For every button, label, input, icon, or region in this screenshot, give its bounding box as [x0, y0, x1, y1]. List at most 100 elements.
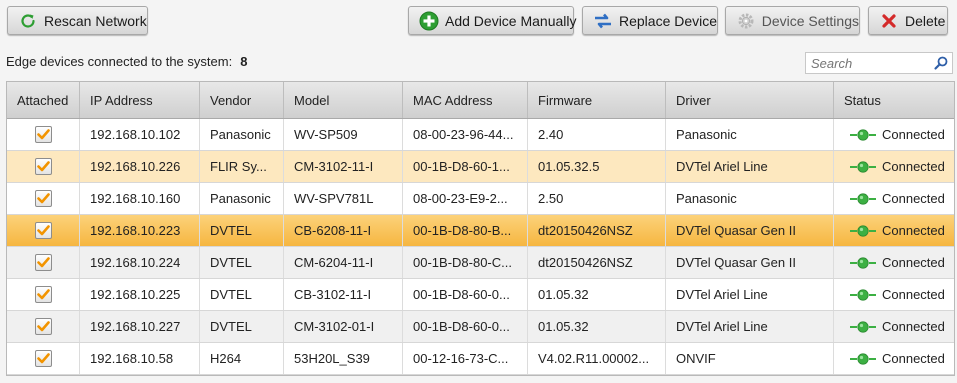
- firmware-cell: 2.40: [528, 119, 666, 150]
- vendor-cell: Panasonic: [200, 183, 284, 214]
- mac-address-text: 08-00-23-E9-2...: [413, 191, 508, 206]
- table-row[interactable]: 192.168.10.225 DVTEL CB-3102-11-I 00-1B-D8-…: [7, 279, 954, 311]
- ip-address-text: 192.168.10.58: [90, 351, 174, 366]
- column-header-attached[interactable]: Attached: [7, 82, 80, 118]
- attached-checkbox[interactable]: [34, 126, 52, 143]
- mac-address-cell: 00-1B-D8-80-B...: [403, 215, 528, 246]
- status-text: Connected: [882, 319, 945, 334]
- model-cell: WV-SP509: [284, 119, 403, 150]
- column-header-mac-address[interactable]: MAC Address: [403, 82, 528, 118]
- status-cell: Connected: [834, 247, 954, 278]
- column-header-vendor[interactable]: Vendor: [200, 82, 284, 118]
- attached-checkbox[interactable]: [34, 254, 52, 271]
- connection-plug-icon: [850, 224, 876, 237]
- table-row[interactable]: 192.168.10.102 Panasonic WV-SP509 08-00-23-…: [7, 119, 954, 151]
- checkmark-icon: [36, 353, 50, 364]
- ip-address-cell: 192.168.10.102: [80, 119, 200, 150]
- rescan-network-button[interactable]: Rescan Network: [7, 6, 148, 35]
- device-count-summary: Edge devices connected to the system: 8: [6, 54, 247, 69]
- table-row[interactable]: 192.168.10.58 H264 53H20L_S39 00-12-16-73-C…: [7, 343, 954, 375]
- attached-cell: [7, 247, 80, 278]
- model-text: CM-6204-11-I: [294, 255, 374, 270]
- device-count-value: 8: [240, 54, 248, 69]
- vendor-text: Panasonic: [210, 191, 271, 206]
- status-indicator: Connected: [850, 351, 945, 366]
- connection-plug-icon: [850, 128, 876, 141]
- model-text: 53H20L_S39: [294, 351, 370, 366]
- status-cell: Connected: [834, 119, 954, 150]
- attached-checkbox[interactable]: [34, 286, 52, 303]
- firmware-text: 2.50: [538, 191, 564, 206]
- status-cell: Connected: [834, 215, 954, 246]
- vendor-cell: DVTEL: [200, 279, 284, 310]
- attached-cell: [7, 183, 80, 214]
- vendor-text: DVTEL: [210, 319, 252, 334]
- attached-cell: [7, 311, 80, 342]
- attached-checkbox[interactable]: [34, 158, 52, 175]
- mac-address-cell: 00-1B-D8-80-C...: [403, 247, 528, 278]
- table-row[interactable]: 192.168.10.226 FLIR Sy... CM-3102-11-I 00-1…: [7, 151, 954, 183]
- add-device-manually-button[interactable]: Add Device Manually: [408, 6, 577, 35]
- refresh-icon: [18, 11, 38, 31]
- firmware-cell: dt20150426NSZ: [528, 215, 666, 246]
- ip-address-text: 192.168.10.226: [90, 159, 181, 174]
- devices-table: Attached IP Address Vendor Model MAC Address…: [6, 81, 955, 376]
- column-header-firmware[interactable]: Firmware: [528, 82, 666, 118]
- vendor-cell: FLIR Sy...: [200, 151, 284, 182]
- model-text: CM-3102-11-I: [294, 159, 374, 174]
- vendor-text: Panasonic: [210, 127, 271, 142]
- table-row[interactable]: 192.168.10.160 Panasonic WV-SPV781L 08-00-2…: [7, 183, 954, 215]
- search-icon[interactable]: [933, 55, 949, 71]
- table-row[interactable]: 192.168.10.227 DVTEL CM-3102-01-I 00-1B-D8-…: [7, 311, 954, 343]
- mac-address-cell: 08-00-23-E9-2...: [403, 183, 528, 214]
- mac-address-text: 00-1B-D8-80-C...: [413, 255, 512, 270]
- connection-plug-icon: [850, 320, 876, 333]
- mac-address-text: 00-1B-D8-80-B...: [413, 223, 512, 238]
- firmware-text: 01.05.32: [538, 319, 589, 334]
- device-settings-button[interactable]: Device Settings: [725, 6, 860, 35]
- table-row[interactable]: 192.168.10.224 DVTEL CM-6204-11-I 00-1B-D8-…: [7, 247, 954, 279]
- status-text: Connected: [882, 159, 945, 174]
- mac-address-text: 00-12-16-73-C...: [413, 351, 509, 366]
- swap-arrows-icon: [593, 11, 613, 31]
- search-input[interactable]: [806, 53, 930, 73]
- column-header-driver[interactable]: Driver: [666, 82, 834, 118]
- driver-text: Panasonic: [676, 127, 737, 142]
- driver-cell: ONVIF: [666, 343, 834, 374]
- status-text: Connected: [882, 223, 945, 238]
- connection-plug-icon: [850, 256, 876, 269]
- model-cell: WV-SPV781L: [284, 183, 403, 214]
- delete-button[interactable]: Delete: [868, 6, 948, 35]
- status-text: Connected: [882, 191, 945, 206]
- replace-device-button[interactable]: Replace Device: [582, 6, 718, 35]
- model-text: CB-3102-11-I: [294, 287, 372, 302]
- status-cell: Connected: [834, 343, 954, 374]
- mac-address-cell: 00-1B-D8-60-1...: [403, 151, 528, 182]
- status-indicator: Connected: [850, 223, 945, 238]
- model-text: CM-3102-01-I: [294, 319, 375, 334]
- column-header-status[interactable]: Status: [834, 82, 954, 118]
- checkmark-icon: [36, 193, 50, 204]
- status-indicator: Connected: [850, 127, 945, 142]
- delete-x-icon: [879, 11, 899, 31]
- attached-cell: [7, 119, 80, 150]
- status-text: Connected: [882, 351, 945, 366]
- connection-plug-icon: [850, 352, 876, 365]
- vendor-cell: DVTEL: [200, 311, 284, 342]
- mac-address-cell: 00-12-16-73-C...: [403, 343, 528, 374]
- ip-address-text: 192.168.10.224: [90, 255, 181, 270]
- status-cell: Connected: [834, 279, 954, 310]
- attached-checkbox[interactable]: [34, 190, 52, 207]
- attached-checkbox[interactable]: [34, 222, 52, 239]
- mac-address-cell: 00-1B-D8-60-0...: [403, 279, 528, 310]
- column-header-model[interactable]: Model: [284, 82, 403, 118]
- table-row[interactable]: 192.168.10.223 DVTEL CB-6208-11-I 00-1B-D8-…: [7, 215, 954, 247]
- column-header-ip-address[interactable]: IP Address: [80, 82, 200, 118]
- attached-cell: [7, 343, 80, 374]
- device-settings-label: Device Settings: [761, 12, 859, 29]
- firmware-text: dt20150426NSZ: [538, 255, 633, 270]
- driver-cell: Panasonic: [666, 183, 834, 214]
- mac-address-text: 00-1B-D8-60-0...: [413, 287, 510, 302]
- attached-checkbox[interactable]: [34, 318, 52, 335]
- attached-checkbox[interactable]: [34, 350, 52, 367]
